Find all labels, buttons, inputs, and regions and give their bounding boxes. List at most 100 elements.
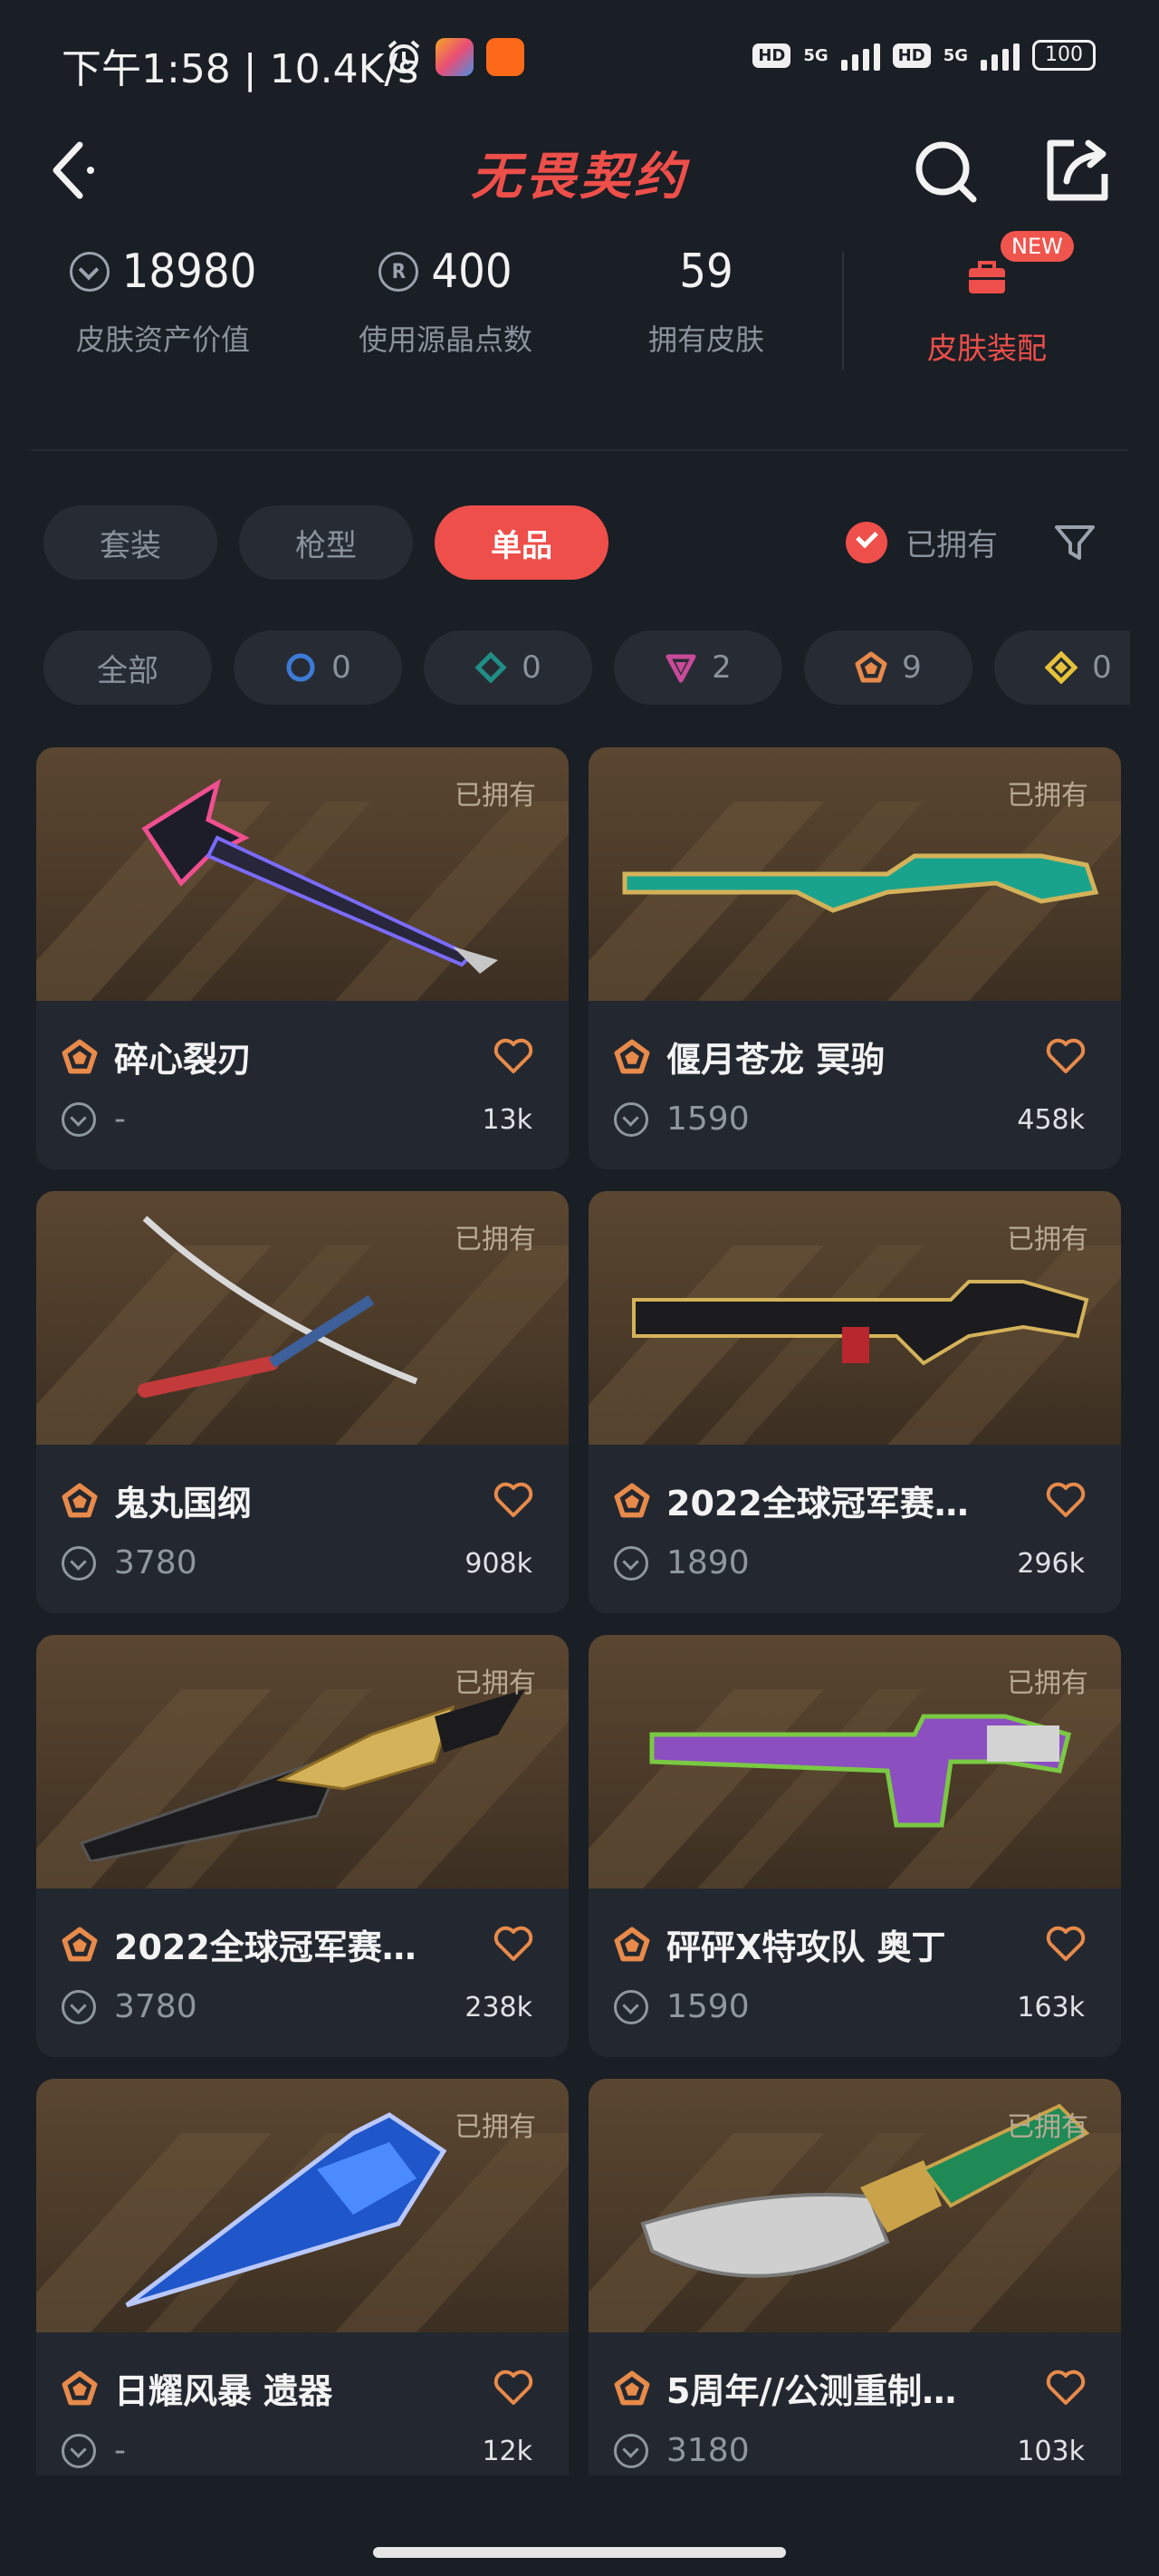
tier-filter-count: 2 bbox=[712, 649, 732, 686]
tier-filter-all[interactable]: 全部 bbox=[43, 630, 212, 705]
skin-price-value: 1590 bbox=[666, 1988, 750, 2025]
tier-filter-premium[interactable]: 2 bbox=[614, 630, 782, 705]
exclusive-tier-icon bbox=[614, 2370, 650, 2405]
skin-card[interactable]: 已拥有 2022全球冠军赛… 1890 296k bbox=[589, 1191, 1121, 1613]
skin-info: 鬼丸国纲 3780 908k bbox=[36, 1445, 569, 1613]
skin-image: 已拥有 bbox=[36, 2079, 569, 2332]
owned-tag: 已拥有 bbox=[455, 2111, 536, 2143]
exclusive-tier-icon bbox=[62, 1927, 98, 1961]
heart-icon[interactable] bbox=[1045, 2369, 1087, 2407]
owned-tag: 已拥有 bbox=[1007, 2111, 1088, 2143]
valorant-points-icon bbox=[62, 1989, 96, 2024]
exclusive-tier-icon bbox=[62, 1483, 98, 1517]
skin-info: 日耀风暴 遗器 - 12k bbox=[36, 2332, 569, 2475]
asset-value: 18980 bbox=[121, 245, 257, 299]
owned-tag: 已拥有 bbox=[455, 1224, 536, 1255]
skin-info: 2022全球冠军赛… 1890 296k bbox=[589, 1445, 1121, 1613]
skins-owned-label: 拥有皮肤 bbox=[647, 322, 764, 357]
radianite-stat: R 400 使用源晶点数 bbox=[337, 245, 554, 359]
skins-owned-stat: 59 拥有皮肤 bbox=[634, 245, 779, 359]
skin-grid: 已拥有 碎心裂刃 - 13k 已拥有 偃月苍龙 冥驹 1590 458k 已拥有… bbox=[36, 747, 1123, 2475]
skin-card[interactable]: 已拥有 2022全球冠军赛… 3780 238k bbox=[36, 1635, 569, 2057]
status-app-icons bbox=[385, 38, 524, 76]
valorant-points-icon bbox=[62, 1545, 96, 1581]
heart-icon[interactable] bbox=[1045, 1037, 1087, 1075]
skin-card[interactable]: 已拥有 碎心裂刃 - 13k bbox=[36, 747, 569, 1169]
deluxe-tier-icon bbox=[474, 651, 507, 684]
like-count: 12k bbox=[482, 2436, 532, 2467]
machine-gun-weapon-image bbox=[649, 1714, 1072, 1828]
tier-filter-deluxe[interactable]: 0 bbox=[424, 630, 592, 705]
skin-price-value: 3180 bbox=[666, 2432, 750, 2469]
owned-tag: 已拥有 bbox=[1007, 780, 1088, 812]
signal-icon bbox=[981, 40, 1020, 71]
hd-badge: HD bbox=[892, 43, 931, 68]
skin-price: 3180 bbox=[614, 2432, 750, 2469]
skin-info: 5周年//公测重制… 3180 103k bbox=[589, 2332, 1121, 2475]
skin-image: 已拥有 bbox=[589, 1191, 1121, 1445]
knife-weapon-image bbox=[79, 1689, 525, 1861]
network-type: 5G bbox=[803, 45, 829, 65]
heart-icon[interactable] bbox=[493, 1037, 534, 1075]
valorant-points-icon bbox=[614, 1989, 648, 2024]
skin-name: 砰砰X特攻队 奥丁 bbox=[666, 1927, 946, 1967]
skin-price: 1890 bbox=[614, 1544, 750, 1581]
valorant-points-icon bbox=[614, 1545, 648, 1581]
heart-icon[interactable] bbox=[493, 1925, 534, 1963]
skin-card[interactable]: 已拥有 砰砰X特攻队 奥丁 1590 163k bbox=[589, 1635, 1121, 2057]
tier-filter-select[interactable]: 0 bbox=[234, 630, 402, 705]
tab-single-item[interactable]: 单品 bbox=[435, 505, 608, 580]
skin-info: 偃月苍龙 冥驹 1590 458k bbox=[589, 1001, 1121, 1169]
skins-owned-value: 59 bbox=[679, 245, 733, 299]
skin-card[interactable]: 已拥有 日耀风暴 遗器 - 12k bbox=[36, 2079, 569, 2475]
skin-image: 已拥有 bbox=[36, 1191, 569, 1445]
skin-card[interactable]: 已拥有 偃月苍龙 冥驹 1590 458k bbox=[589, 747, 1121, 1169]
alarm-icon bbox=[388, 40, 420, 73]
signal-icon bbox=[840, 40, 880, 71]
heart-icon[interactable] bbox=[1045, 1481, 1087, 1519]
skin-card[interactable]: 已拥有 5周年//公测重制… 3180 103k bbox=[589, 2079, 1121, 2475]
heart-icon[interactable] bbox=[493, 1481, 534, 1519]
like-count: 238k bbox=[465, 1992, 532, 2023]
valorant-points-icon bbox=[614, 1101, 648, 1137]
skin-name: 5周年//公测重制… bbox=[666, 2371, 957, 2411]
valorant-points-icon bbox=[62, 2433, 96, 2468]
tier-filters: 全部 0 0 2 9 0 bbox=[43, 630, 1130, 705]
like-count: 103k bbox=[1017, 2436, 1085, 2467]
tier-filter-exclusive[interactable]: 9 bbox=[804, 630, 972, 705]
new-badge: NEW bbox=[1001, 231, 1074, 262]
tab-set[interactable]: 套装 bbox=[43, 505, 217, 580]
tab-weapon-type[interactable]: 枪型 bbox=[239, 505, 413, 580]
exclusive-tier-icon bbox=[62, 2370, 98, 2405]
skin-loadout-button[interactable]: 皮肤装配 bbox=[905, 245, 1068, 368]
skin-name-row: 偃月苍龙 冥驹 bbox=[614, 1032, 1039, 1081]
skin-price-value: 1890 bbox=[666, 1544, 750, 1581]
stats-summary: 18980 皮肤资产价值 R 400 使用源晶点数 59 拥有皮肤 皮肤装配 bbox=[0, 245, 1159, 389]
skin-card[interactable]: 已拥有 鬼丸国纲 3780 908k bbox=[36, 1191, 569, 1613]
status-bar: 下午1:58 | 10.4K/s HD 5G HD 5G 100 bbox=[0, 0, 1159, 118]
app-title: 无畏契约 bbox=[471, 148, 688, 207]
skin-price: 1590 bbox=[614, 1101, 750, 1138]
skin-price-value: 3780 bbox=[114, 1988, 197, 2025]
skin-name: 2022全球冠军赛… bbox=[114, 1927, 417, 1967]
like-count: 163k bbox=[1017, 1992, 1085, 2023]
skin-name: 日耀风暴 遗器 bbox=[114, 2371, 333, 2411]
owned-filter-toggle[interactable]: 已拥有 bbox=[846, 520, 998, 564]
exclusive-tier-icon bbox=[614, 1927, 650, 1961]
skin-info: 碎心裂刃 - 13k bbox=[36, 1001, 569, 1169]
owned-tag: 已拥有 bbox=[455, 1668, 536, 1699]
skin-price-value: - bbox=[114, 1101, 126, 1138]
skin-info: 2022全球冠军赛… 3780 238k bbox=[36, 1889, 569, 2057]
skin-price-value: 3780 bbox=[114, 1544, 197, 1581]
rifle-weapon-image bbox=[632, 1280, 1089, 1366]
skin-image: 已拥有 bbox=[36, 747, 569, 1001]
heart-icon[interactable] bbox=[1045, 1925, 1087, 1963]
share-icon[interactable] bbox=[1041, 134, 1114, 207]
skin-price-value: 1590 bbox=[666, 1101, 750, 1138]
skin-name-row: 日耀风暴 遗器 bbox=[62, 2363, 487, 2413]
search-icon[interactable] bbox=[910, 136, 982, 208]
heart-icon[interactable] bbox=[493, 2369, 534, 2407]
home-indicator[interactable] bbox=[373, 2547, 786, 2558]
tier-filter-ultra[interactable]: 0 bbox=[994, 630, 1130, 705]
filter-icon[interactable] bbox=[1052, 520, 1097, 565]
